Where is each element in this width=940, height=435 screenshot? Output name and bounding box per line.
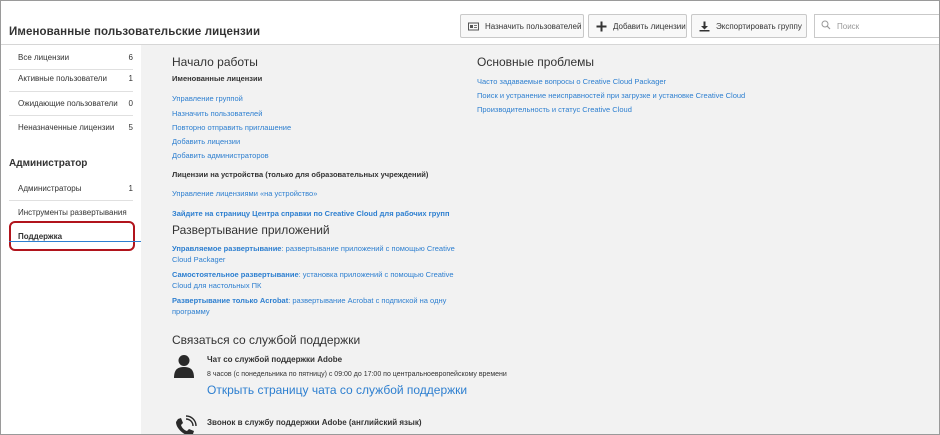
assign-users-link[interactable]: Назначить пользователей bbox=[172, 109, 262, 118]
deployment-heading: Развертывание приложений bbox=[172, 223, 330, 237]
sidebar-item-count: 6 bbox=[128, 52, 133, 62]
sidebar-item-count: 5 bbox=[128, 122, 133, 132]
download-icon bbox=[699, 21, 710, 32]
sidebar-item-label: Поддержка bbox=[18, 231, 63, 241]
person-icon bbox=[173, 354, 195, 383]
sidebar-item-count: 0 bbox=[128, 98, 133, 108]
resend-invitation-link[interactable]: Повторно отправить приглашение bbox=[172, 123, 291, 132]
chat-hours: 8 часов (с понедельника по пятницу) с 09… bbox=[207, 371, 507, 378]
help-center-link[interactable]: Зайдите на страницу Центра справки по Cr… bbox=[172, 209, 450, 218]
export-group-label: Экспортировать группу bbox=[716, 21, 802, 31]
sidebar-item-administrators[interactable]: Администраторы 1 bbox=[1, 176, 141, 200]
assign-users-label: Назначить пользователей bbox=[485, 21, 582, 31]
search-input[interactable] bbox=[837, 21, 937, 31]
self-service-deployment-link[interactable]: Самостоятельное развертывание: установка… bbox=[172, 269, 462, 291]
getting-started-heading: Начало работы bbox=[172, 55, 258, 69]
acrobat-deployment-link[interactable]: Развертывание только Acrobat: развертыва… bbox=[172, 295, 462, 317]
sidebar-item-label: Администраторы bbox=[18, 183, 82, 193]
sidebar-item-label: Инструменты развертывания bbox=[18, 207, 127, 217]
open-chat-link[interactable]: Открыть страницу чата со службой поддерж… bbox=[207, 383, 467, 397]
add-admins-link[interactable]: Добавить администраторов bbox=[172, 151, 269, 160]
page-title: Именованные пользовательские лицензии bbox=[9, 26, 261, 38]
users-icon bbox=[468, 21, 479, 32]
contact-support-heading: Связаться со службой поддержки bbox=[172, 333, 361, 347]
ccp-faq-link[interactable]: Часто задаваемые вопросы о Creative Clou… bbox=[477, 77, 666, 86]
phone-icon bbox=[173, 415, 197, 434]
export-group-button[interactable]: Экспортировать группу bbox=[691, 14, 807, 38]
plus-icon bbox=[596, 21, 607, 32]
sidebar-item-count: 1 bbox=[128, 183, 133, 193]
admin-heading: Администратор bbox=[9, 158, 88, 169]
troubleshoot-install-link[interactable]: Поиск и устранение неисправностей при за… bbox=[477, 91, 745, 100]
app-window: Именованные пользовательские лицензии На… bbox=[0, 0, 940, 435]
sidebar-item-support[interactable]: Поддержка bbox=[1, 224, 141, 248]
sidebar-item-label: Неназначенные лицензии bbox=[18, 122, 115, 132]
add-licenses-label: Добавить лицензии bbox=[613, 21, 686, 31]
main-content: Начало работы Именованные лицензии Управ… bbox=[141, 45, 939, 434]
named-licenses-subheading: Именованные лицензии bbox=[172, 74, 263, 83]
sidebar-item-unassigned-licenses[interactable]: Неназначенные лицензии 5 bbox=[1, 115, 141, 139]
sidebar-item-label: Активные пользователи bbox=[18, 73, 107, 83]
sidebar-item-count: 1 bbox=[128, 73, 133, 83]
assign-users-button[interactable]: Назначить пользователей bbox=[460, 14, 584, 38]
phone-title: Звонок в службу поддержки Adobe (английс… bbox=[207, 418, 422, 427]
sidebar: Все лицензии 6 Активные пользователи 1 О… bbox=[1, 45, 141, 434]
device-licenses-subheading: Лицензии на устройства (только для образ… bbox=[172, 170, 429, 179]
chat-title: Чат со службой поддержки Adobe bbox=[207, 355, 343, 364]
sidebar-item-pending-users[interactable]: Ожидающие пользователи 0 bbox=[1, 91, 141, 115]
manage-device-licenses-link[interactable]: Управление лицензиями «на устройство» bbox=[172, 189, 317, 198]
manage-group-link[interactable]: Управление группой bbox=[172, 94, 243, 103]
sidebar-item-label: Ожидающие пользователи bbox=[18, 98, 118, 108]
managed-deployment-link[interactable]: Управляемое развертывание: развертывание… bbox=[172, 243, 462, 265]
cc-status-link[interactable]: Производительность и статус Creative Clo… bbox=[477, 105, 632, 114]
main-issues-heading: Основные проблемы bbox=[477, 55, 594, 69]
search-icon bbox=[821, 17, 831, 35]
sidebar-item-active-users[interactable]: Активные пользователи 1 bbox=[1, 66, 141, 90]
header: Именованные пользовательские лицензии На… bbox=[1, 1, 939, 45]
search-box[interactable] bbox=[814, 14, 939, 38]
sidebar-item-label: Все лицензии bbox=[18, 52, 70, 62]
add-licenses-link[interactable]: Добавить лицензии bbox=[172, 137, 240, 146]
add-licenses-button[interactable]: Добавить лицензии bbox=[588, 14, 687, 38]
